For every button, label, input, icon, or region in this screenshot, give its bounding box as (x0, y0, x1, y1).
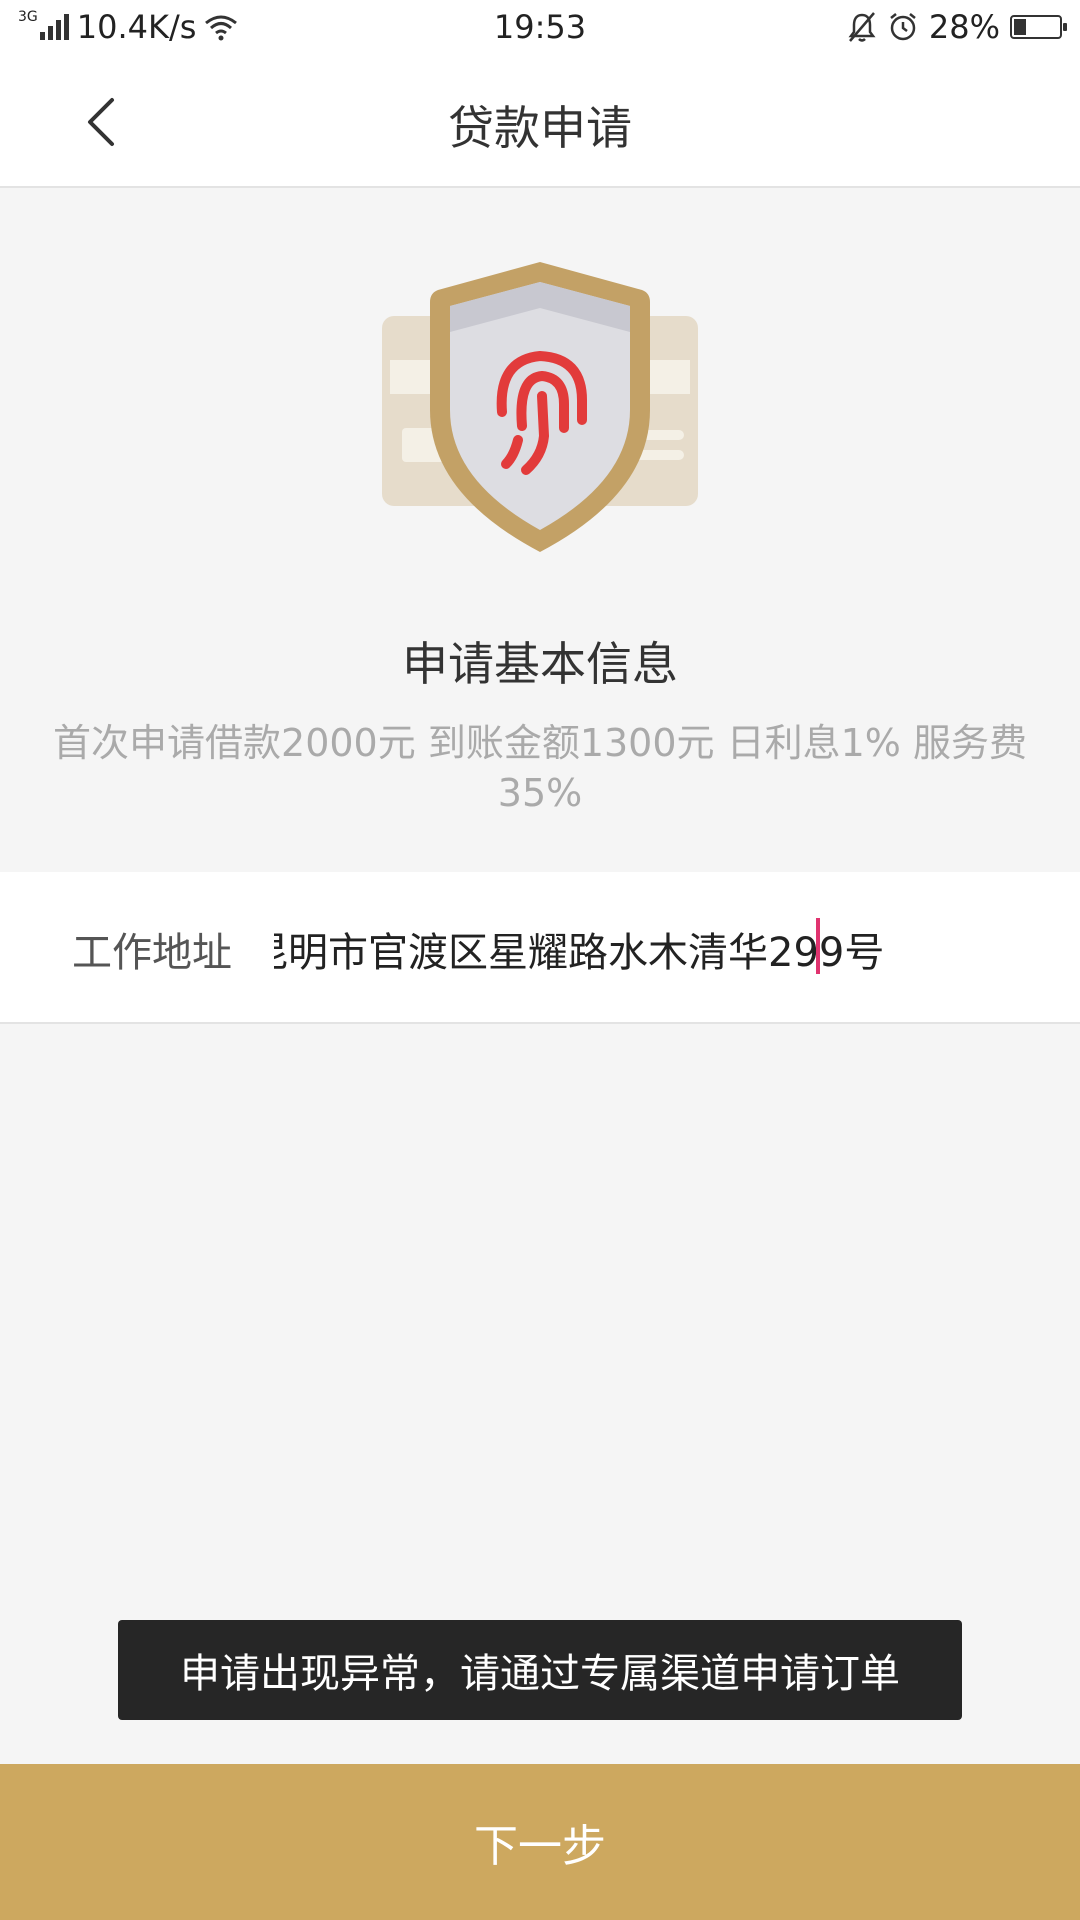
battery-percent: 28% (928, 8, 1000, 46)
nav-bar: 贷款申请 (0, 56, 1080, 188)
next-step-button[interactable]: 下一步 (0, 1764, 1080, 1920)
work-address-input[interactable] (272, 908, 886, 990)
loan-application-screen: 3G 10.4K/s 19:53 28% 贷款申请 申请基本信息 首次申请借款2… (0, 0, 1080, 1920)
error-toast: 申请出现异常，请通过专属渠道申请订单 (118, 1620, 962, 1720)
alarm-icon (890, 13, 916, 41)
hero-section: 申请基本信息 首次申请借款2000元 到账金额1300元 日利息1% 服务费35… (0, 188, 1080, 872)
text-caret (816, 918, 820, 974)
work-address-label: 工作地址 (72, 930, 232, 976)
status-right: 28% (847, 8, 1067, 46)
page-title: 贷款申请 (448, 101, 632, 155)
loan-terms-text: 首次申请借款2000元 到账金额1300元 日利息1% 服务费35% (53, 721, 1027, 815)
battery-icon (1010, 15, 1067, 39)
shield-fingerprint-icon (378, 260, 702, 560)
work-address-row: 工作地址 (0, 872, 1080, 1024)
bell-muted-icon (848, 12, 876, 42)
section-title: 申请基本信息 (402, 637, 678, 691)
battery-level (1014, 19, 1026, 35)
status-bar: 3G 10.4K/s 19:53 28% (0, 0, 1080, 56)
